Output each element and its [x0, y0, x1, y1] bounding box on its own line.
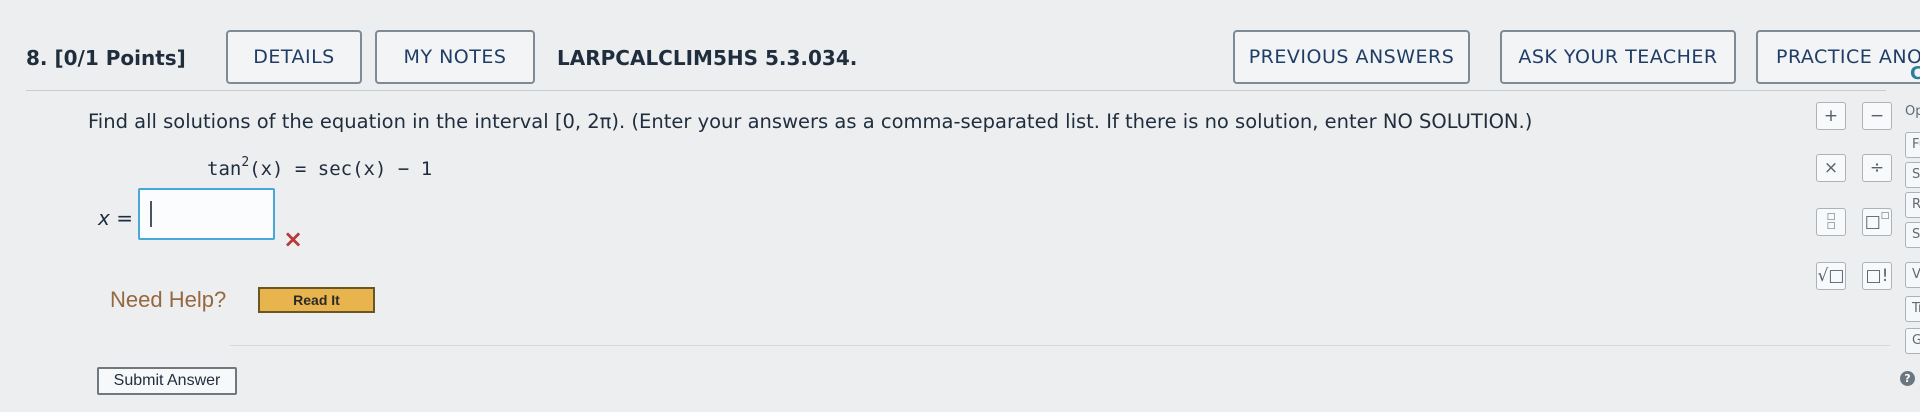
read-it-button[interactable]: Read It — [258, 287, 375, 313]
answer-input[interactable] — [138, 188, 275, 240]
power-button[interactable]: □ □ — [1862, 208, 1892, 236]
question-points: [0/1 Points] — [54, 46, 186, 70]
side-item-symbols[interactable]: Sy — [1905, 162, 1920, 188]
fraction-denominator-icon: □ — [1826, 221, 1836, 231]
header-divider — [26, 90, 1886, 91]
incorrect-icon: × — [283, 225, 304, 253]
previous-answers-button[interactable]: PREVIOUS ANSWERS — [1233, 30, 1470, 84]
side-item-operations[interactable]: Op — [1905, 104, 1920, 119]
ask-teacher-button[interactable]: ASK YOUR TEACHER — [1500, 30, 1736, 84]
equation-rhs: (x) = sec(x) − 1 — [249, 158, 433, 180]
question-prompt: Find all solutions of the equation in th… — [88, 110, 1533, 133]
equation: tan2(x) = sec(x) − 1 — [207, 155, 432, 180]
side-item-trig[interactable]: Trig — [1905, 296, 1920, 322]
divide-button[interactable]: ÷ — [1862, 154, 1892, 182]
need-help-label: Need Help? — [110, 287, 227, 312]
side-item-sets[interactable]: Se — [1905, 222, 1920, 248]
power-base-icon: □ — [1864, 212, 1881, 232]
text-caret — [150, 201, 152, 227]
power-exponent-icon: □ — [1880, 211, 1890, 221]
answer-label: x = — [98, 206, 133, 230]
minus-button[interactable]: − — [1862, 102, 1892, 130]
my-notes-button[interactable]: MY NOTES — [375, 30, 535, 84]
plus-button[interactable]: + — [1816, 102, 1846, 130]
submit-answer-button[interactable]: Submit Answer — [97, 367, 237, 395]
calculator-panel-title: Ca — [1910, 63, 1920, 84]
submit-divider — [230, 345, 1890, 346]
sqrt-button[interactable]: √□ — [1816, 262, 1846, 290]
question-number: 8. [0/1 Points] — [26, 46, 186, 70]
problem-reference: LARPCALCLIM5HS 5.3.034. — [557, 46, 858, 70]
practice-another-button[interactable]: PRACTICE ANOTHER — [1756, 30, 1920, 84]
times-button[interactable]: × — [1816, 154, 1846, 182]
equation-exponent: 2 — [241, 155, 250, 170]
question-number-label: 8. — [26, 46, 48, 70]
help-icon[interactable]: ? — [1900, 371, 1915, 386]
fraction-button[interactable]: □ □ — [1816, 208, 1846, 236]
details-button[interactable]: DETAILS — [226, 30, 362, 84]
side-item-relations[interactable]: Re — [1905, 192, 1920, 218]
side-item-greek[interactable]: Gre — [1905, 328, 1920, 354]
side-item-functions[interactable]: Fu — [1905, 132, 1920, 158]
factorial-button[interactable]: □! — [1862, 262, 1892, 290]
side-item-vectors[interactable]: Ve — [1905, 262, 1920, 288]
equation-lhs: tan — [207, 158, 242, 180]
